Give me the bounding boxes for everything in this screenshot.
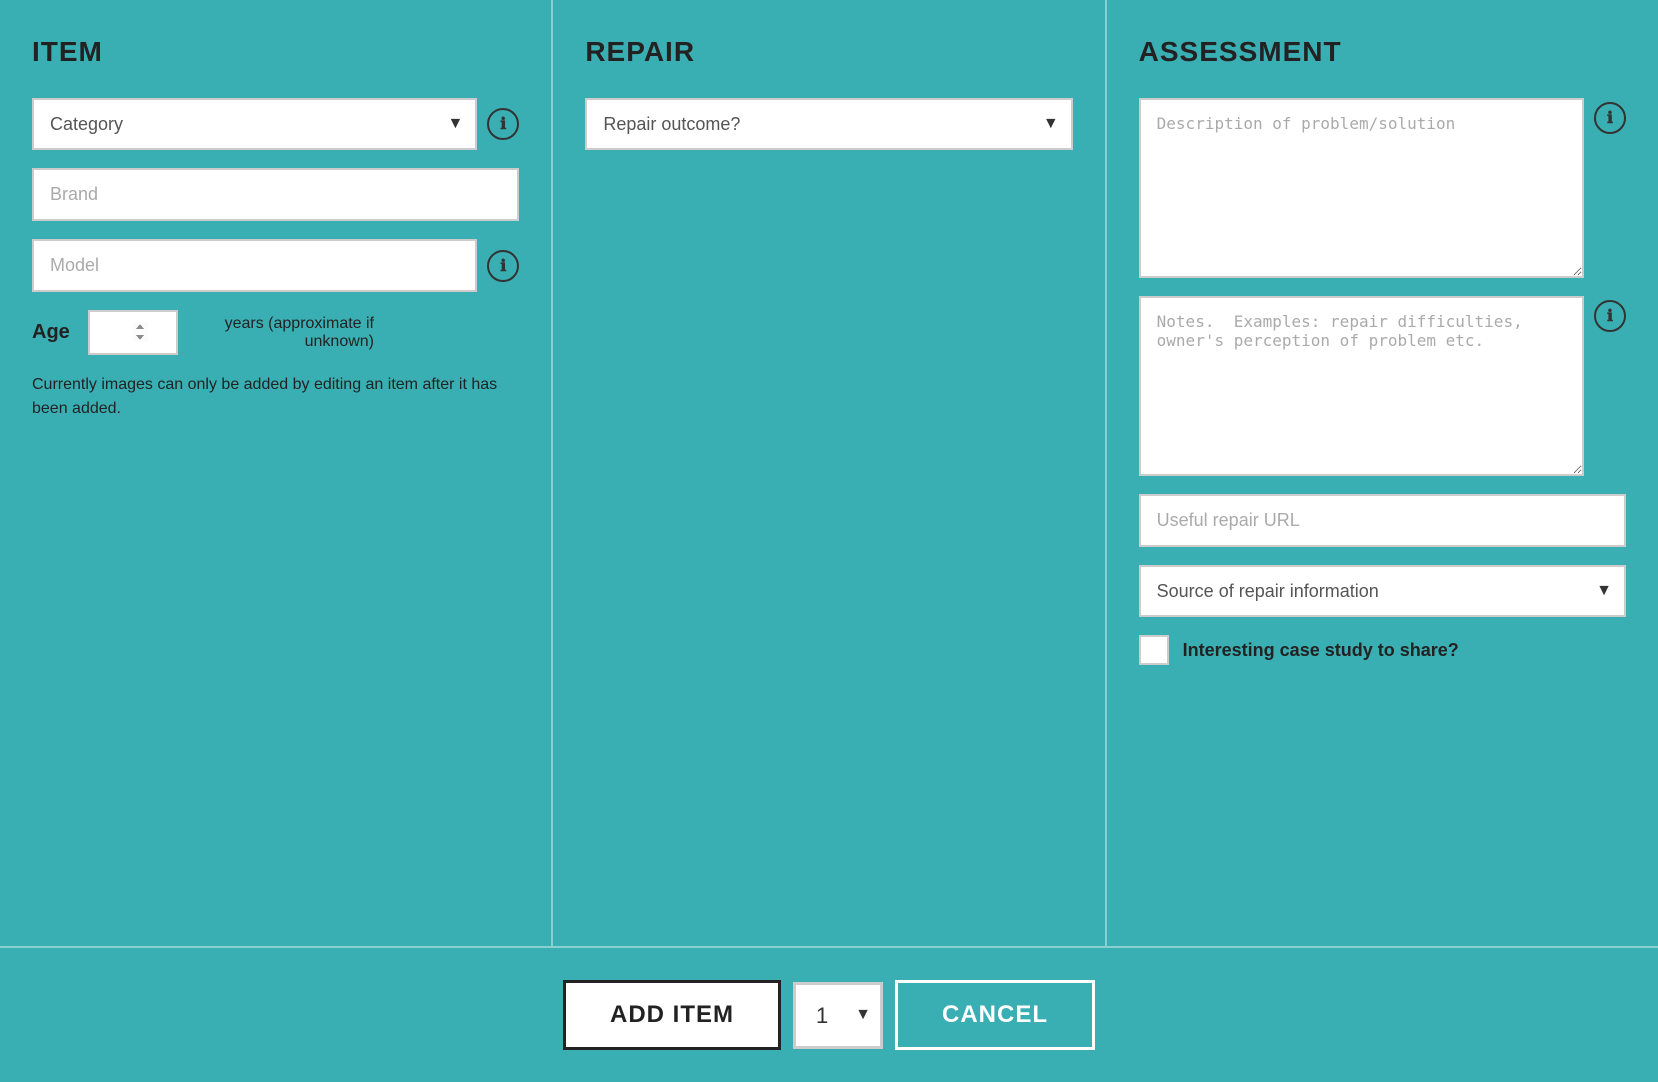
notes-textarea[interactable]: [1139, 296, 1584, 476]
case-study-label: Interesting case study to share?: [1183, 640, 1459, 661]
description-group: ℹ: [1139, 98, 1626, 278]
item-column: ITEM Category ▼ ℹ ℹ: [0, 0, 553, 946]
assessment-title: ASSESSMENT: [1139, 36, 1626, 68]
age-input[interactable]: [88, 310, 178, 355]
category-row: Category ▼ ℹ: [32, 98, 519, 150]
source-group: Source of repair information ▼: [1139, 565, 1626, 617]
add-item-button[interactable]: ADD ITEM: [563, 980, 781, 1050]
category-group: Category ▼ ℹ: [32, 98, 519, 150]
repair-outcome-group: Repair outcome? ▼: [585, 98, 1072, 150]
model-group: ℹ: [32, 239, 519, 292]
case-study-checkbox[interactable]: [1139, 635, 1169, 665]
source-container: Source of repair information ▼: [1139, 565, 1626, 617]
repair-outcome-select[interactable]: Repair outcome?: [585, 98, 1072, 150]
url-input[interactable]: [1139, 494, 1626, 547]
repair-outcome-container: Repair outcome? ▼: [585, 98, 1072, 150]
url-group: [1139, 494, 1626, 547]
assessment-column: ASSESSMENT ℹ ℹ Source of repair informat…: [1107, 0, 1658, 946]
model-row: ℹ: [32, 239, 519, 292]
age-row: Age years (approximate if unknown): [32, 310, 519, 355]
quantity-select[interactable]: 1 2 3 4 5: [793, 982, 883, 1049]
brand-input[interactable]: [32, 168, 519, 221]
images-note: Currently images can only be added by ed…: [32, 373, 519, 421]
case-study-row: Interesting case study to share?: [1139, 635, 1626, 665]
notes-info-icon[interactable]: ℹ: [1594, 300, 1626, 332]
model-info-icon[interactable]: ℹ: [487, 250, 519, 282]
item-title: ITEM: [32, 36, 519, 68]
age-label: Age: [32, 321, 72, 344]
repair-title: REPAIR: [585, 36, 1072, 68]
description-info-icon[interactable]: ℹ: [1594, 102, 1626, 134]
category-select-container: Category ▼: [32, 98, 477, 150]
brand-group: [32, 168, 519, 221]
category-info-icon[interactable]: ℹ: [487, 108, 519, 140]
source-select[interactable]: Source of repair information: [1139, 565, 1626, 617]
description-textarea[interactable]: [1139, 98, 1584, 278]
quantity-wrapper: 1 2 3 4 5 ▼: [793, 982, 883, 1049]
model-input[interactable]: [32, 239, 477, 292]
category-select[interactable]: Category: [32, 98, 477, 150]
age-note: years (approximate if unknown): [194, 315, 374, 351]
main-content: ITEM Category ▼ ℹ ℹ: [0, 0, 1658, 948]
age-input-wrapper: [88, 310, 178, 355]
cancel-button[interactable]: CANCEL: [895, 980, 1095, 1050]
notes-group: ℹ: [1139, 296, 1626, 476]
footer: ADD ITEM 1 2 3 4 5 ▼ CANCEL: [0, 948, 1658, 1082]
repair-column: REPAIR Repair outcome? ▼: [553, 0, 1106, 946]
